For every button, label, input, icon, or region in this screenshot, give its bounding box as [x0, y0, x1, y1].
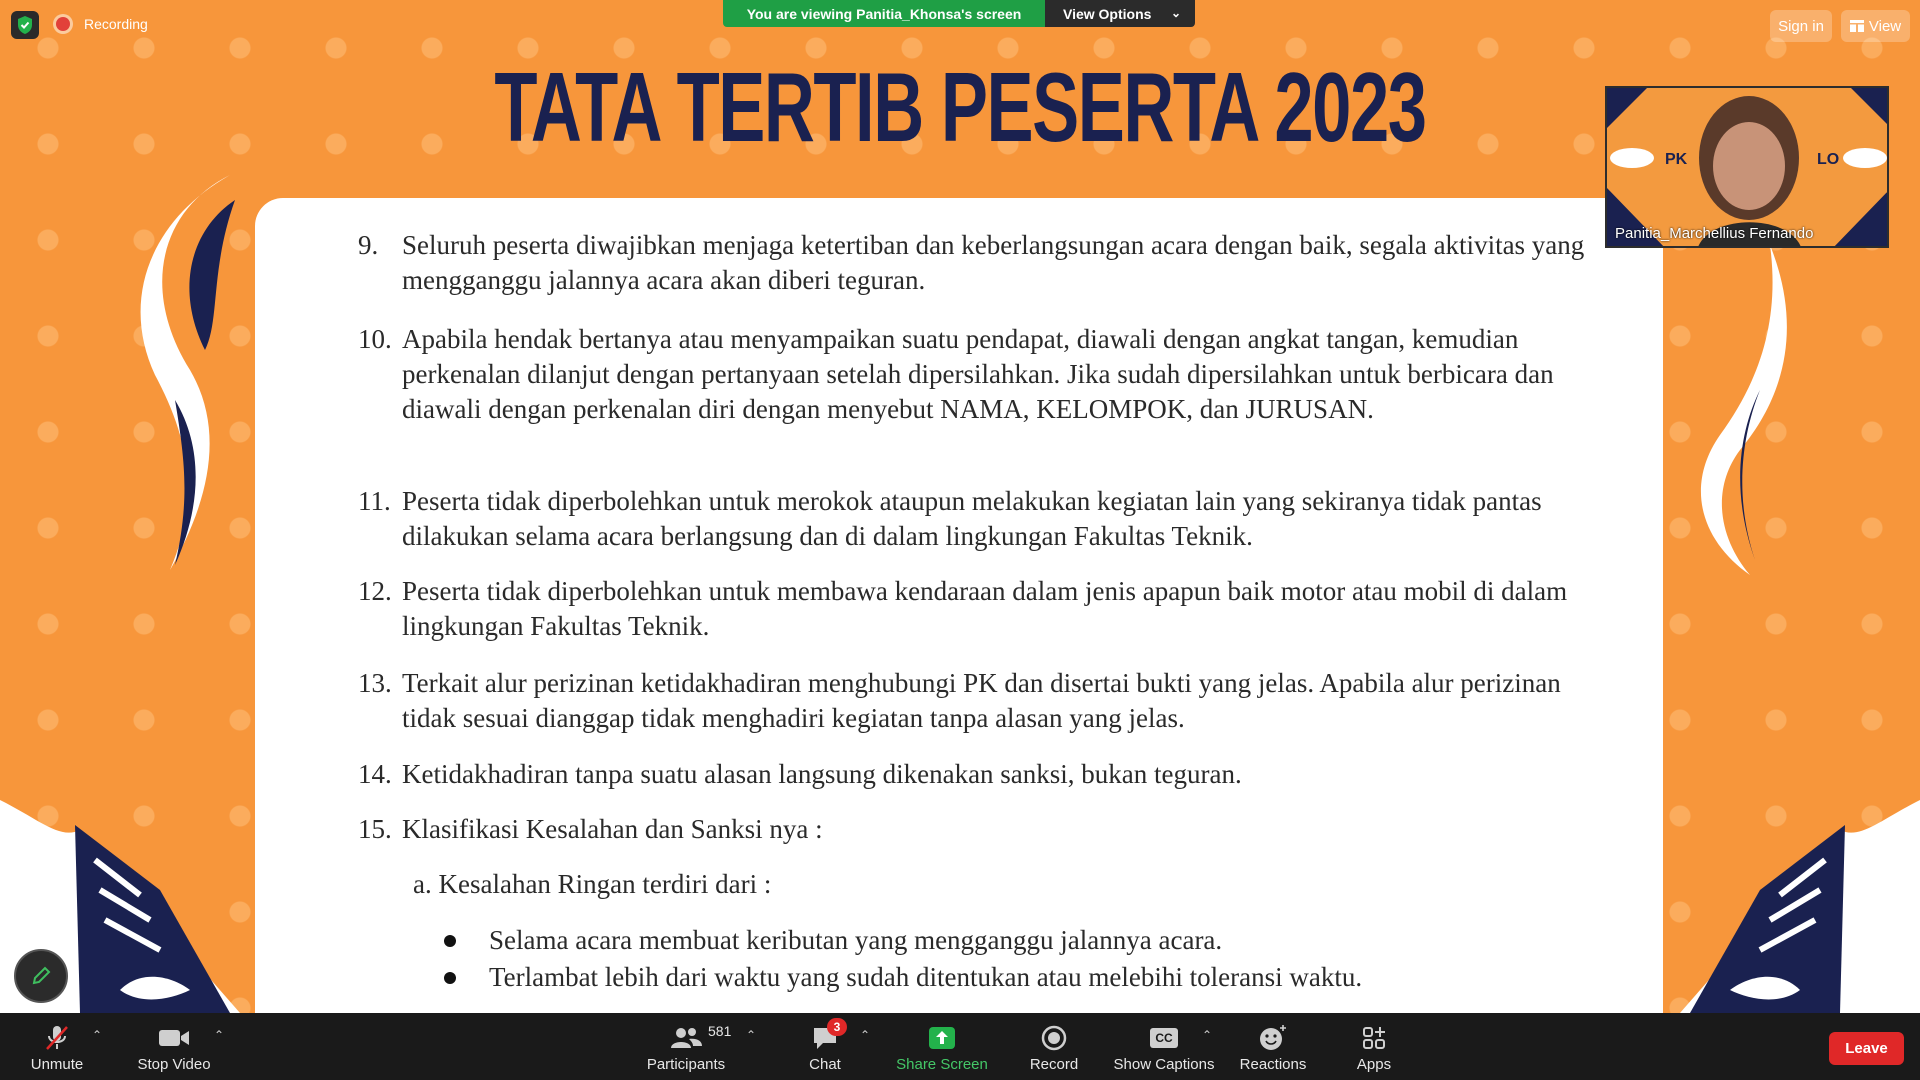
record-button[interactable]: Record: [1018, 1013, 1090, 1080]
video-options-chevron-up-icon[interactable]: ⌃: [214, 1028, 224, 1042]
view-options-label: View Options: [1063, 5, 1152, 22]
participants-options-chevron-up-icon[interactable]: ⌃: [746, 1028, 756, 1042]
chat-options-chevron-up-icon[interactable]: ⌃: [860, 1028, 870, 1042]
reactions-label: Reactions: [1239, 1056, 1307, 1073]
list-item-text: Peserta tidak diperbolehkan untuk membaw…: [402, 576, 1568, 641]
apps-icon: [1363, 1027, 1385, 1049]
grid-icon: [1849, 20, 1864, 32]
right-swirl-decoration: [1700, 245, 1787, 575]
stop-video-button[interactable]: Stop Video: [128, 1013, 220, 1080]
pencil-icon: [32, 966, 51, 985]
view-button[interactable]: View: [1841, 10, 1910, 42]
apps-button[interactable]: Apps: [1348, 1013, 1400, 1080]
list-item: 12. Peserta tidak diperbolehkan untuk me…: [358, 574, 1588, 644]
show-captions-label: Show Captions: [1113, 1056, 1215, 1073]
leave-button[interactable]: Leave: [1829, 1032, 1904, 1065]
list-item-number: 12.: [358, 576, 392, 606]
chat-unread-badge: 3: [827, 1018, 847, 1036]
list-item-text: Seluruh peserta diwajibkan menjaga keter…: [402, 230, 1585, 295]
participants-icon: [671, 1028, 702, 1048]
reactions-button[interactable]: Reactions: [1236, 1013, 1310, 1080]
right-bottom-decoration: [1680, 800, 1920, 1013]
recording-icon: [56, 17, 70, 31]
participant-name: Panitia_Marchellius Fernando: [1615, 225, 1814, 242]
security-shield-icon[interactable]: [11, 11, 39, 39]
video-banner-text-right: LO: [1817, 151, 1840, 168]
captions-options-chevron-up-icon[interactable]: ⌃: [1202, 1028, 1212, 1042]
chat-label: Chat: [809, 1056, 841, 1073]
list-item-text: Ketidakhadiran tanpa suatu alasan langsu…: [402, 759, 1242, 789]
chat-button[interactable]: Chat: [790, 1013, 860, 1080]
share-screen-label: Share Screen: [896, 1056, 988, 1073]
stop-video-label: Stop Video: [137, 1056, 211, 1073]
microphone-muted-icon: [46, 1026, 68, 1050]
participant-video-tile[interactable]: PK LO Panitia_Marchellius Fernando: [1605, 86, 1889, 248]
apps-label: Apps: [1356, 1056, 1392, 1073]
sub-heading: a. Kesalahan Ringan terdiri dari :: [413, 869, 772, 899]
list-item-text: Apabila hendak bertanya atau menyampaika…: [402, 324, 1554, 424]
share-screen-button[interactable]: Share Screen: [890, 1013, 994, 1080]
left-swirl-decoration: [140, 175, 235, 570]
annotate-button[interactable]: [14, 949, 68, 1003]
list-item: 11. Peserta tidak diperbolehkan untuk me…: [358, 484, 1588, 554]
bullet-dot: [444, 935, 456, 947]
list-item-text: Terkait alur perizinan ketidakhadiran me…: [402, 668, 1561, 733]
smiley-icon: [1260, 1025, 1286, 1050]
participants-label: Participants: [646, 1056, 726, 1073]
participant-count: 581: [708, 1023, 732, 1039]
viewing-screen-banner: You are viewing Panitia_Khonsa's screen: [723, 0, 1045, 27]
list-item: 14. Ketidakhadiran tanpa suatu alasan la…: [358, 757, 1588, 792]
view-options-button[interactable]: View Options ⌄: [1045, 0, 1195, 27]
list-item-text: Klasifikasi Kesalahan dan Sanksi nya :: [402, 814, 823, 844]
captions-icon: CC: [1150, 1028, 1178, 1048]
bullet-text: Terlambat lebih dari waktu yang sudah di…: [489, 962, 1363, 992]
show-captions-button[interactable]: CC Show Captions: [1108, 1013, 1220, 1080]
list-item-text: Peserta tidak diperbolehkan untuk meroko…: [402, 486, 1542, 551]
list-item-number: 14.: [358, 759, 392, 789]
list-item-number: 15.: [358, 814, 392, 844]
list-item-number: 11.: [358, 486, 391, 516]
list-item: 13. Terkait alur perizinan ketidakhadira…: [358, 666, 1588, 736]
share-screen-icon: [929, 1027, 955, 1049]
meeting-toolbar: Unmute Stop Video Participants Chat Shar…: [0, 1013, 1920, 1080]
video-camera-icon: [159, 1030, 189, 1046]
list-item: 10. Apabila hendak bertanya atau menyamp…: [358, 322, 1588, 462]
bullet-dot: [444, 972, 456, 984]
list-item-number: 9.: [358, 230, 379, 260]
record-label: Record: [1029, 1056, 1079, 1073]
list-item-number: 10.: [358, 324, 392, 354]
leave-label: Leave: [1845, 1040, 1888, 1057]
unmute-button[interactable]: Unmute: [18, 1013, 96, 1080]
video-banner-text-left: PK: [1665, 151, 1688, 168]
list-item: 9. Seluruh peserta diwajibkan menjaga ke…: [358, 228, 1588, 298]
sign-in-label: Sign in: [1778, 17, 1824, 35]
sign-in-button[interactable]: Sign in: [1770, 10, 1832, 42]
view-label: View: [1868, 17, 1902, 35]
slide-title: TATA TERTIB PESERTA 2023: [494, 52, 1427, 162]
chevron-down-icon: ⌄: [1170, 6, 1181, 20]
record-icon: [1041, 1025, 1067, 1051]
bullet-text: Selama acara membuat keributan yang meng…: [489, 925, 1223, 955]
audio-options-chevron-up-icon[interactable]: ⌃: [92, 1028, 102, 1042]
list-item-number: 13.: [358, 668, 392, 698]
unmute-label: Unmute: [30, 1056, 84, 1073]
list-item: 15. Klasifikasi Kesalahan dan Sanksi nya…: [358, 812, 1588, 847]
video-background: [1607, 88, 1887, 246]
recording-label: Recording: [84, 16, 148, 32]
